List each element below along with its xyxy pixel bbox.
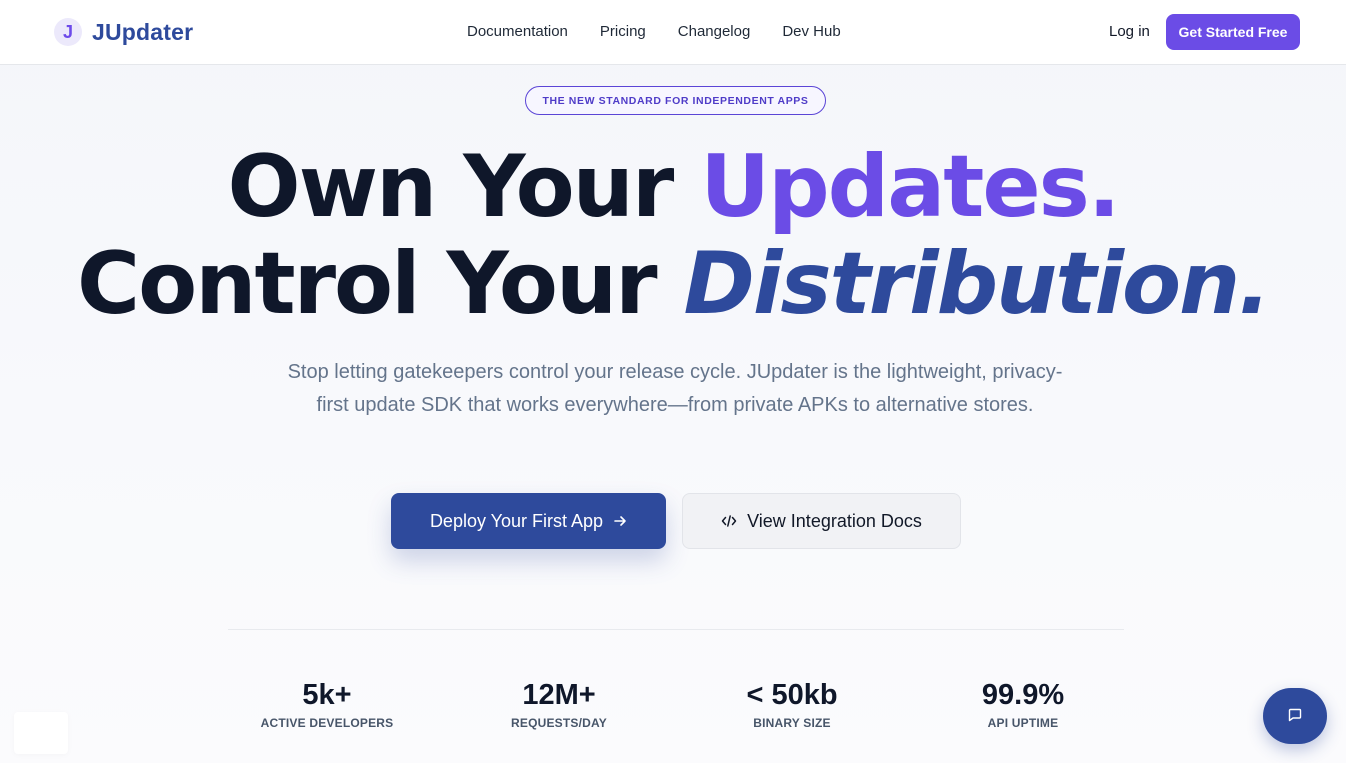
stat-label: API UPTIME (987, 716, 1059, 730)
hero-headline-line-2: Control Your Distribution. (0, 241, 1346, 327)
stat-value: 5k+ (302, 679, 352, 711)
get-started-button[interactable]: Get Started Free (1166, 14, 1300, 50)
floating-widget[interactable] (14, 712, 68, 754)
stat-value: 12M+ (522, 679, 596, 711)
stat-active-developers: 5k+ ACTIVE DEVELOPERS (217, 678, 437, 730)
hero-badge: THE NEW STANDARD FOR INDEPENDENT APPS (525, 86, 826, 115)
nav-link-documentation[interactable]: Documentation (467, 23, 568, 40)
deploy-first-app-button[interactable]: Deploy Your First App (391, 493, 666, 549)
code-icon (721, 514, 737, 528)
chat-button[interactable] (1263, 688, 1327, 744)
logo-text: JUpdater (92, 18, 194, 45)
stat-label: BINARY SIZE (753, 716, 831, 730)
logo-mark: J (54, 18, 82, 46)
top-navbar: J JUpdater Documentation Pricing Changel… (0, 0, 1346, 65)
hero-headline-line-1: Own Your Updates. (0, 144, 1346, 230)
section-divider (228, 629, 1124, 630)
stat-requests-per-day: 12M+ REQUESTS/DAY (449, 678, 669, 730)
headline-text: Own Your (227, 137, 701, 237)
arrow-right-icon (613, 514, 627, 528)
nav-link-pricing[interactable]: Pricing (600, 23, 646, 40)
nav-link-dev-hub[interactable]: Dev Hub (782, 23, 840, 40)
docs-button-label: View Integration Docs (747, 510, 922, 531)
view-integration-docs-button[interactable]: View Integration Docs (682, 493, 961, 549)
login-link[interactable]: Log in (1109, 23, 1150, 40)
hero-subtext: Stop letting gatekeepers control your re… (287, 361, 1063, 416)
stat-value: < 50kb (746, 679, 838, 711)
stat-label: ACTIVE DEVELOPERS (260, 716, 394, 730)
headline-text: Control Your (77, 234, 684, 334)
nav-links: Documentation Pricing Changelog Dev Hub (467, 23, 841, 40)
chat-icon (1287, 707, 1303, 726)
stat-value: 99.9% (981, 679, 1065, 711)
headline-accent-updates: Updates. (700, 137, 1120, 237)
headline-accent-distribution: Distribution. (683, 234, 1271, 334)
stat-api-uptime: 99.9% API UPTIME (913, 678, 1133, 730)
nav-link-changelog[interactable]: Changelog (678, 23, 751, 40)
stat-label: REQUESTS/DAY (511, 716, 607, 730)
deploy-button-label: Deploy Your First App (429, 510, 604, 531)
stat-binary-size: < 50kb BINARY SIZE (682, 678, 902, 730)
logo[interactable]: J JUpdater (54, 18, 193, 46)
